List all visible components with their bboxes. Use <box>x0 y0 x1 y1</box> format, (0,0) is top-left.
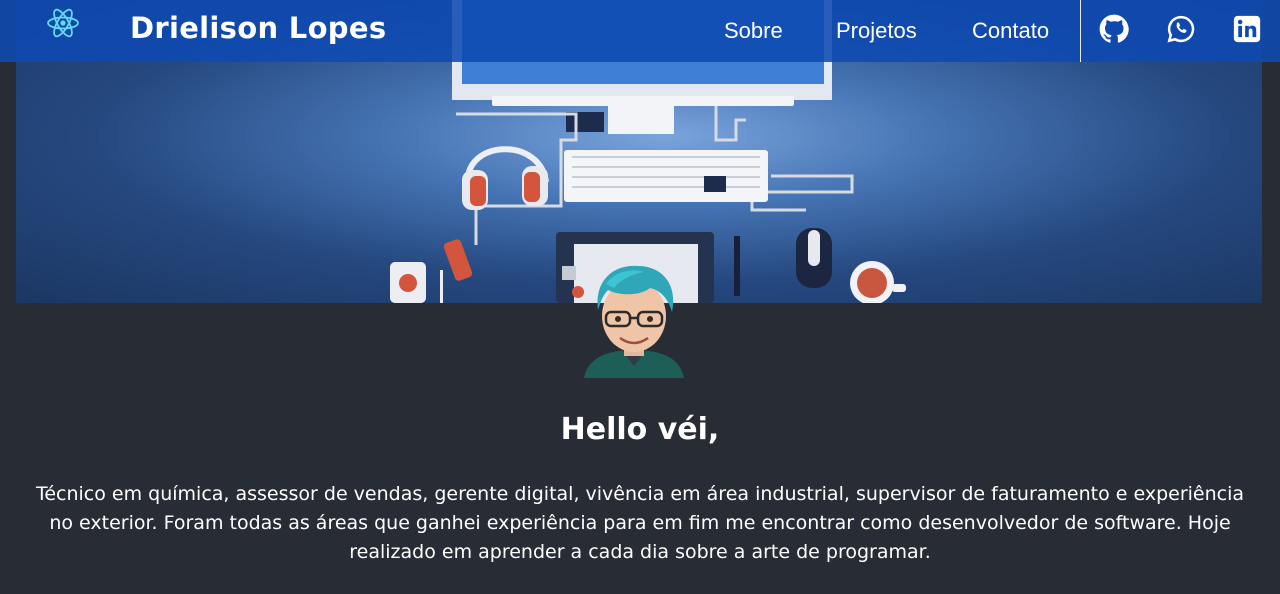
navbar: Drielison Lopes Sobre Projetos Contato <box>0 0 1280 62</box>
avatar-image <box>584 265 684 378</box>
bio-paragraph: Técnico em química, assessor de vendas, … <box>35 483 1245 563</box>
nav-link-projetos[interactable]: Projetos <box>836 18 917 44</box>
nav-link-contato[interactable]: Contato <box>972 18 1049 44</box>
whatsapp-icon[interactable] <box>1166 14 1196 44</box>
nav-divider <box>1080 0 1081 62</box>
greeting-heading: Hello véi, <box>560 412 720 447</box>
github-icon[interactable] <box>1099 14 1129 44</box>
brand-name[interactable]: Drielison Lopes <box>130 11 386 45</box>
nav-link-sobre[interactable]: Sobre <box>724 18 783 44</box>
page: Drielison Lopes Sobre Projetos Contato H… <box>0 0 1280 594</box>
linkedin-icon[interactable] <box>1232 14 1262 44</box>
react-atom-icon[interactable] <box>46 7 80 39</box>
